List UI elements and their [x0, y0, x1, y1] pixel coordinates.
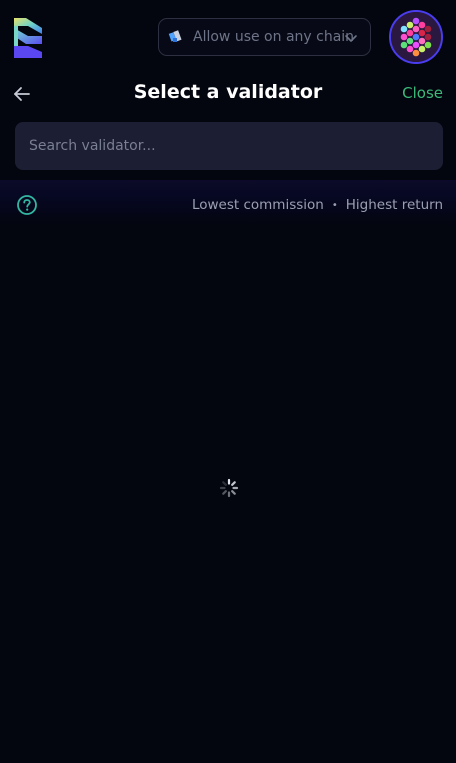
sort-row: Lowest commission • Highest return: [0, 180, 456, 226]
chain-selector-label: Allow use on any chain: [193, 29, 355, 45]
app-screen: Allow use on any chain Select a validato…: [0, 0, 456, 763]
sort-options: Lowest commission • Highest return: [192, 197, 443, 213]
page-header: Select a validator Close: [0, 74, 456, 114]
spinner-icon: [219, 478, 239, 498]
sort-separator: •: [331, 199, 338, 211]
chain-selector-dropdown[interactable]: Allow use on any chain: [158, 18, 371, 56]
back-button[interactable]: [12, 84, 32, 104]
stacked-layers-logo-icon: [12, 16, 46, 60]
close-button[interactable]: Close: [402, 84, 443, 102]
question-circle-icon[interactable]: [16, 194, 38, 216]
identicon-graphic: [391, 12, 441, 62]
search-input[interactable]: [27, 137, 431, 155]
chevron-down-icon: [344, 31, 358, 45]
search-box: [15, 122, 443, 170]
identicon-avatar[interactable]: [389, 10, 443, 64]
sort-highest-return[interactable]: Highest return: [346, 197, 443, 213]
sort-lowest-commission[interactable]: Lowest commission: [192, 197, 324, 213]
chain-icon: [167, 28, 185, 46]
arrow-left-icon: [14, 87, 30, 101]
page-title: Select a validator: [133, 81, 323, 103]
